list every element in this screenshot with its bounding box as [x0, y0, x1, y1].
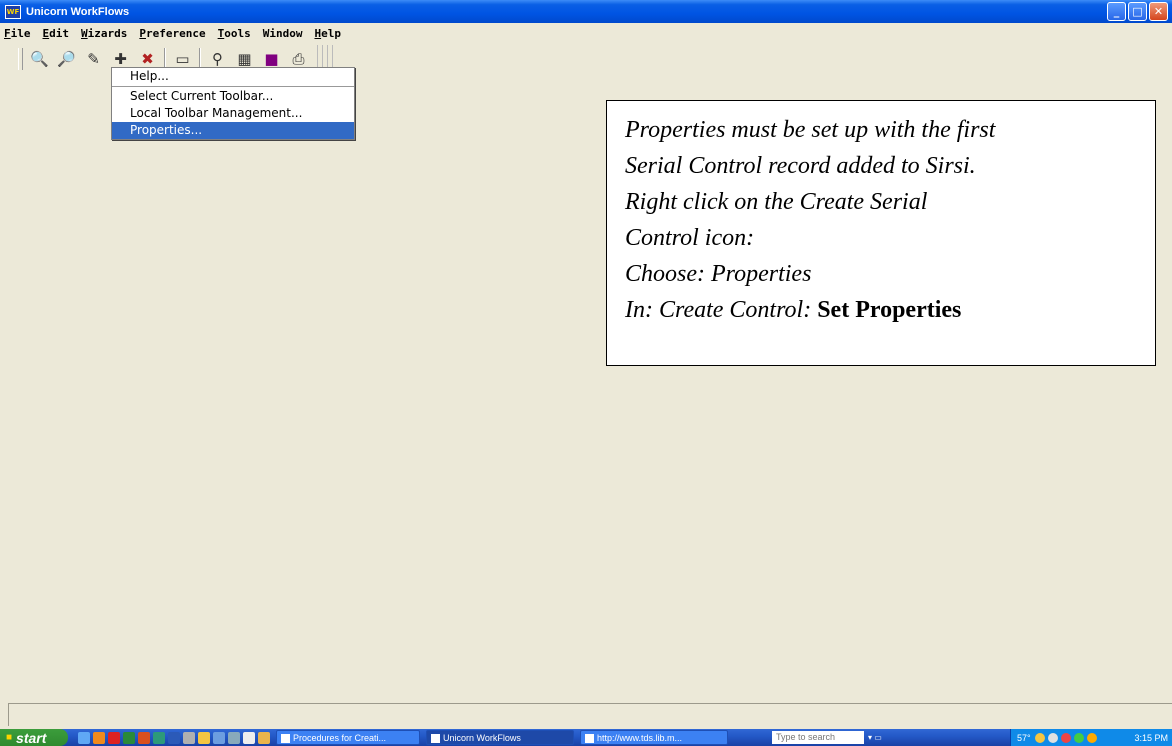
- firefox-icon[interactable]: [93, 731, 105, 744]
- ie-page-icon: [585, 734, 594, 744]
- menu-edit[interactable]: Edit: [37, 27, 76, 40]
- task-unicorn-workflows[interactable]: Unicorn WorkFlows: [426, 730, 574, 745]
- system-tray: 57° 3:15 PM: [1010, 729, 1172, 746]
- window-title: Unicorn WorkFlows: [26, 5, 130, 18]
- tray-icons: [1034, 732, 1097, 743]
- minimize-button[interactable]: _: [1107, 2, 1126, 21]
- menu-tools[interactable]: Tools: [212, 27, 257, 40]
- chrome-icon[interactable]: [1073, 732, 1084, 743]
- context-menu-properties[interactable]: Properties...: [112, 122, 354, 139]
- toolbar-grip[interactable]: [18, 48, 23, 70]
- status-bar: [8, 703, 1172, 726]
- note-emphasis: Set Properties: [817, 297, 962, 323]
- outlook-icon[interactable]: [198, 731, 210, 744]
- start-button[interactable]: ■ start: [0, 729, 68, 746]
- temperature-label: 57°: [1017, 732, 1031, 743]
- note-line: Control icon:: [625, 225, 755, 251]
- note-line: Properties must be set up with the first: [625, 117, 996, 143]
- display-item-icon[interactable]: 🔎: [56, 49, 77, 70]
- context-menu-help[interactable]: Help...: [112, 68, 354, 85]
- excel-icon[interactable]: [123, 731, 135, 744]
- app-icon: WF: [5, 4, 21, 19]
- desktop-icon[interactable]: [213, 731, 225, 744]
- modify-item-icon[interactable]: ✎: [83, 49, 104, 70]
- word-doc-icon: [281, 734, 290, 744]
- workflows-icon: [431, 734, 440, 744]
- menu-help[interactable]: Help: [308, 27, 347, 40]
- search-items-icon[interactable]: 🔍: [29, 49, 50, 70]
- search-options-icon[interactable]: ▾ ▭: [868, 731, 888, 744]
- search-input[interactable]: Type to search: [772, 731, 864, 744]
- note-line: In: Create Control: Set Properties: [625, 297, 962, 323]
- player-icon[interactable]: [243, 731, 255, 744]
- maximize-button[interactable]: □: [1128, 2, 1147, 21]
- note-line: Serial Control record added to Sirsi.: [625, 153, 976, 179]
- tool-icon[interactable]: [258, 731, 270, 744]
- instruction-callout: Properties must be set up with the first…: [606, 100, 1156, 366]
- network-icon[interactable]: [1034, 732, 1045, 743]
- messenger-icon[interactable]: [1086, 732, 1097, 743]
- ie-icon[interactable]: [78, 731, 90, 744]
- antivirus-icon[interactable]: [1060, 732, 1071, 743]
- task-browser[interactable]: http://www.tds.lib.m...: [580, 730, 728, 745]
- context-menu-local-toolbar-management[interactable]: Local Toolbar Management...: [112, 105, 354, 122]
- context-menu-select-toolbar[interactable]: Select Current Toolbar...: [112, 88, 354, 105]
- acrobat-icon[interactable]: [108, 731, 120, 744]
- menu-window[interactable]: Window: [257, 27, 309, 40]
- close-button[interactable]: ✕: [1149, 2, 1168, 21]
- menu-file[interactable]: File: [0, 27, 37, 40]
- menu-bar: File Edit Wizards Preference Tools Windo…: [0, 23, 1172, 44]
- menu-separator: [112, 86, 354, 87]
- menu-preference[interactable]: Preference: [133, 27, 211, 40]
- taskbar: ■ start Procedures for Creati... Unicorn …: [0, 729, 1172, 746]
- media-icon[interactable]: [228, 731, 240, 744]
- note-line: Right click on the Create Serial: [625, 189, 928, 215]
- quick-launch: [78, 731, 270, 744]
- window-controls: _ □ ✕: [1107, 2, 1168, 21]
- publisher-icon[interactable]: [153, 731, 165, 744]
- menu-wizards[interactable]: Wizards: [75, 27, 133, 40]
- note-line: Choose: Properties: [625, 261, 812, 287]
- word-icon[interactable]: [168, 731, 180, 744]
- task-procedures[interactable]: Procedures for Creati...: [276, 730, 420, 745]
- toolbar-context-menu: Help... Select Current Toolbar... Local …: [111, 67, 355, 140]
- powerpoint-icon[interactable]: [138, 731, 150, 744]
- windows-flag-icon: ■: [6, 732, 13, 743]
- title-bar[interactable]: WF Unicorn WorkFlows _ □ ✕: [0, 0, 1172, 23]
- calculator-icon[interactable]: [183, 731, 195, 744]
- clock[interactable]: 3:15 PM: [1134, 733, 1168, 743]
- update-icon[interactable]: [1047, 732, 1058, 743]
